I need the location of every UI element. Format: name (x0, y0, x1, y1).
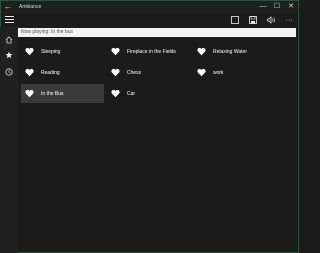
sound-tile-relaxing-water[interactable]: Relaxing Water (193, 42, 276, 61)
app-title: Ambiance (19, 4, 42, 10)
heart-icon (197, 47, 206, 56)
close-button[interactable]: ✕ (284, 1, 298, 13)
sound-label: Sleeping (41, 48, 61, 55)
sound-tile-fireplace[interactable]: Fireplace in the Fields (107, 42, 190, 61)
more-icon[interactable]: ··· (283, 14, 295, 26)
heart-icon (111, 89, 120, 98)
title-bar: ← Ambiance — ☐ ✕ (1, 1, 298, 13)
sound-label: Relaxing Water (213, 48, 247, 55)
back-button[interactable]: ← (1, 1, 15, 13)
heart-icon (111, 47, 120, 56)
now-playing-field[interactable]: Now playing: In the bus (18, 28, 296, 37)
heart-icon (197, 68, 206, 77)
toolbar-actions: ··· (229, 14, 295, 26)
maximize-button[interactable]: ☐ (270, 1, 284, 13)
minimize-button[interactable]: — (256, 1, 270, 13)
sound-label: In the Bus (41, 90, 64, 97)
sound-tile-reading[interactable]: Reading (21, 63, 104, 82)
sound-tile-car[interactable]: Car (107, 84, 190, 103)
sound-label: work (213, 69, 224, 76)
toolbar: ··· (0, 13, 299, 27)
stop-icon[interactable] (229, 14, 241, 26)
home-icon[interactable] (4, 35, 14, 45)
save-icon[interactable] (247, 14, 259, 26)
volume-icon[interactable] (265, 14, 277, 26)
navigation-rail (0, 27, 18, 253)
sound-tile-chess[interactable]: Chess (107, 63, 190, 82)
hamburger-icon[interactable] (5, 16, 14, 23)
sound-tile-work[interactable]: work (193, 63, 276, 82)
history-icon[interactable] (4, 67, 14, 77)
heart-icon (25, 89, 34, 98)
sound-label: Chess (127, 69, 142, 76)
star-icon[interactable] (4, 50, 14, 60)
window-controls: — ☐ ✕ (256, 1, 298, 13)
sound-label: Reading (41, 69, 60, 76)
sound-label: Car (127, 90, 136, 97)
sound-label: Fireplace in the Fields (127, 48, 176, 55)
heart-icon (25, 47, 34, 56)
sound-tile-sleeping[interactable]: Sleeping (21, 42, 104, 61)
window-border (0, 0, 299, 253)
sound-tile-in-the-bus[interactable]: In the Bus (21, 84, 104, 103)
heart-icon (25, 68, 34, 77)
heart-icon (111, 68, 120, 77)
